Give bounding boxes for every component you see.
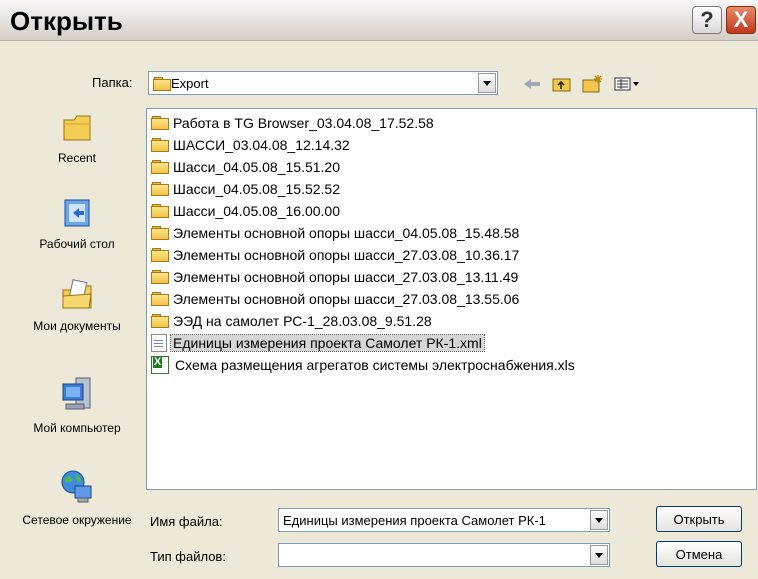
list-item[interactable]: Элементы основной опоры шасси_27.03.08_1… <box>151 289 521 309</box>
place-label: Рабочий стол <box>39 237 115 251</box>
folder-icon <box>151 204 169 218</box>
folder-icon <box>151 116 169 130</box>
file-name: Элементы основной опоры шасси_27.03.08_1… <box>173 269 519 285</box>
open-button[interactable]: Открыть <box>656 506 742 532</box>
filename-input[interactable]: Единицы измерения проекта Самолет РК-1 <box>278 508 610 532</box>
help-button[interactable]: ? <box>692 6 722 34</box>
file-name: Шасси_04.05.08_15.51.20 <box>173 159 341 175</box>
new-folder-icon[interactable] <box>582 74 604 94</box>
folder-label: Папка: <box>92 75 133 90</box>
excel-file-icon <box>151 356 169 374</box>
places-bar: Recent Рабочий стол Мои документы Мой ко… <box>18 104 136 566</box>
window-title: Открыть <box>10 6 123 36</box>
file-name: Элементы основной опоры шасси_27.03.08_1… <box>173 291 520 307</box>
place-desktop[interactable]: Рабочий стол <box>18 196 136 251</box>
folder-icon <box>151 270 169 284</box>
file-name: Элементы основной опоры шасси_27.03.08_1… <box>173 247 520 263</box>
chevron-down-icon[interactable] <box>478 73 496 93</box>
folder-icon <box>151 292 169 306</box>
list-item[interactable]: ЭЭД на самолет РС-1_28.03.08_9.51.28 <box>151 311 434 331</box>
file-name: ШАССИ_03.04.08_12.14.32 <box>173 137 350 153</box>
recent-folder-icon <box>18 110 136 147</box>
views-menu-icon[interactable] <box>614 74 642 94</box>
my-documents-icon <box>18 278 136 315</box>
file-name: Шасси_04.05.08_15.52.52 <box>173 181 341 197</box>
filename-label: Имя файла: <box>150 514 223 529</box>
xml-file-icon <box>151 334 167 352</box>
filename-value: Единицы измерения проекта Самолет РК-1 <box>283 513 546 528</box>
place-label: Мой компьютер <box>33 421 121 435</box>
back-arrow-icon[interactable] <box>522 74 542 94</box>
chevron-down-icon[interactable] <box>590 545 608 565</box>
file-name: Элементы основной опоры шасси_04.05.08_1… <box>173 225 520 241</box>
title-bar: Открыть ? X <box>0 0 758 41</box>
place-my-documents[interactable]: Мои документы <box>18 278 136 333</box>
file-name: Единицы измерения проекта Самолет РК-1.x… <box>170 334 485 352</box>
help-icon: ? <box>700 7 714 32</box>
close-button[interactable]: X <box>726 6 756 34</box>
list-item[interactable]: ШАССИ_03.04.08_12.14.32 <box>151 135 352 155</box>
list-item[interactable]: Шасси_04.05.08_15.52.52 <box>151 179 342 199</box>
file-name: ЭЭД на самолет РС-1_28.03.08_9.51.28 <box>173 313 432 329</box>
list-item[interactable]: Элементы основной опоры шасси_04.05.08_1… <box>151 223 521 243</box>
place-label: Сетевое окружение <box>22 513 132 527</box>
filetype-label: Тип файлов: <box>150 549 226 564</box>
list-item[interactable]: Шасси_04.05.08_16.00.00 <box>151 201 342 221</box>
place-recent[interactable]: Recent <box>18 110 136 165</box>
place-my-computer[interactable]: Мой компьютер <box>18 374 136 435</box>
folder-icon <box>151 182 169 196</box>
place-network[interactable]: Сетевое окружение <box>18 468 136 527</box>
chevron-down-icon[interactable] <box>590 510 608 530</box>
folder-icon <box>151 226 169 240</box>
list-item[interactable]: Элементы основной опоры шасси_27.03.08_1… <box>151 245 521 265</box>
file-name: Схема размещения агрегатов системы элект… <box>175 357 575 373</box>
place-label: Recent <box>57 151 97 165</box>
folder-icon <box>151 160 169 174</box>
up-folder-icon[interactable] <box>552 74 572 94</box>
folder-icon <box>151 248 169 262</box>
my-computer-icon <box>18 374 136 417</box>
folder-select[interactable]: Export <box>148 71 498 95</box>
folder-icon <box>153 77 173 91</box>
folder-icon <box>151 138 169 152</box>
list-item[interactable]: Шасси_04.05.08_15.51.20 <box>151 157 342 177</box>
file-name: Работа в TG Browser_03.04.08_17.52.58 <box>173 115 434 131</box>
close-icon: X <box>733 7 749 32</box>
list-item[interactable]: Работа в TG Browser_03.04.08_17.52.58 <box>151 113 436 133</box>
cancel-button[interactable]: Отмена <box>656 541 742 567</box>
file-name: Шасси_04.05.08_16.00.00 <box>173 203 341 219</box>
file-list[interactable]: Работа в TG Browser_03.04.08_17.52.58 ША… <box>146 108 757 490</box>
list-item[interactable]: Элементы основной опоры шасси_27.03.08_1… <box>151 267 520 287</box>
desktop-icon <box>18 196 136 233</box>
list-item-selected[interactable]: Единицы измерения проекта Самолет РК-1.x… <box>151 333 485 353</box>
folder-select-value: Export <box>171 76 209 91</box>
network-icon <box>18 468 136 509</box>
folder-icon <box>151 314 169 328</box>
filetype-select[interactable] <box>278 543 610 567</box>
list-item[interactable]: Схема размещения агрегатов системы элект… <box>151 355 577 375</box>
place-label: Мои документы <box>33 319 121 333</box>
